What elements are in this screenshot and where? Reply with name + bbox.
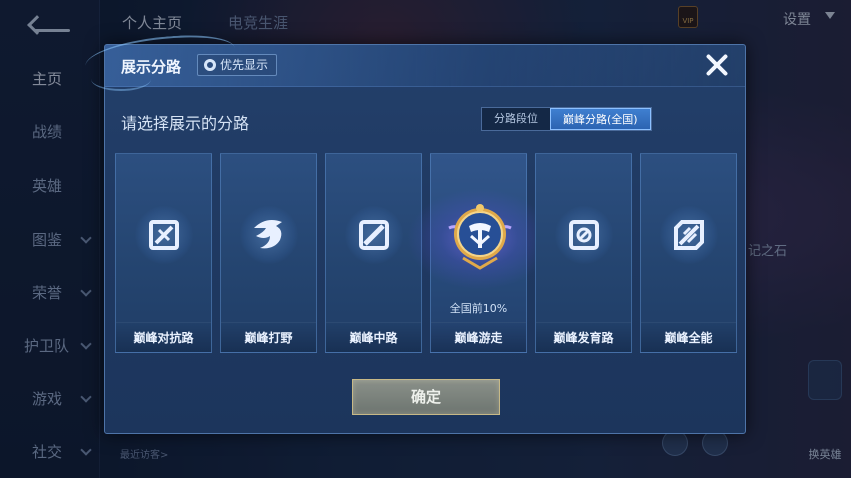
rank-percentile: 全国前10% [449,302,508,315]
card-label: 巅峰打野 [221,322,316,352]
selection-prompt: 请选择展示的分路 [121,114,250,133]
dragon-jungle-icon [240,206,298,264]
lane-card-top[interactable]: 巅峰对抗路 [115,153,212,353]
lane-card-all-round[interactable]: 巅峰全能 [640,153,737,353]
all-round-icon [660,206,718,264]
marksman-lane-icon [555,206,613,264]
sword-lane-icon [135,206,193,264]
gear-icon [204,59,216,71]
mid-lane-icon [345,206,403,264]
card-label: 巅峰全能 [641,322,736,352]
priority-label: 优先显示 [220,58,269,72]
card-label: 巅峰发育路 [536,322,631,352]
lane-display-dialog: 展示分路 优先显示 请选择展示的分路 分路段位 巅峰分路(全国) 巅峰对抗路 巅… [83,31,746,434]
dialog-header: 展示分路 优先显示 [83,31,745,91]
close-button[interactable] [703,51,731,79]
dialog-title: 展示分路 [121,58,182,76]
confirm-button[interactable]: 确定 [352,379,500,415]
priority-display-button[interactable]: 优先显示 [197,54,278,76]
lane-cards: 巅峰对抗路 巅峰打野 巅峰中路 全国前10% 巅峰游走 巅峰发育路 巅峰全能 [115,153,739,353]
segment-control: 分路段位 巅峰分路(全国) [481,107,652,131]
lane-card-jungle[interactable]: 巅峰打野 [220,153,317,353]
lane-card-roam[interactable]: 全国前10% 巅峰游走 [401,153,558,353]
card-label: 巅峰游走 [431,322,526,352]
roam-medal-icon [445,198,515,272]
lane-card-marksman[interactable]: 巅峰发育路 [535,153,632,353]
tab-peak-lane-national[interactable]: 巅峰分路(全国) [550,108,651,130]
tab-lane-rank[interactable]: 分路段位 [482,108,550,130]
card-label: 巅峰对抗路 [116,322,211,352]
card-label: 巅峰中路 [326,322,421,352]
